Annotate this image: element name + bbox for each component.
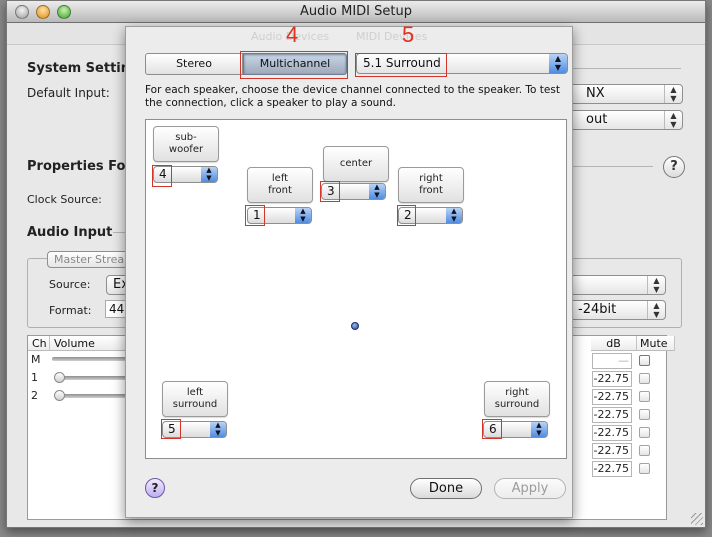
done-button[interactable]: Done (410, 478, 482, 499)
speaker-subwoofer-button[interactable]: sub- woofer (153, 126, 219, 162)
default-input-value: NX (586, 86, 605, 101)
default-input-popup[interactable]: NX ▲ ▼ (567, 84, 683, 104)
popup-arrows-icon: ▲ ▼ (210, 421, 226, 437)
db-field[interactable]: -22.75 (592, 371, 632, 387)
help-button[interactable]: ? (145, 478, 165, 498)
channel-label: 1 (31, 371, 38, 384)
minimize-icon[interactable] (36, 5, 50, 19)
speaker-right-surround-button[interactable]: right surround (484, 381, 550, 417)
popup-arrows-icon: ▲ ▼ (446, 207, 462, 223)
speaker-label: woofer (168, 144, 204, 155)
popup-arrows-icon: ▲ ▼ (664, 111, 682, 129)
popup-arrows-icon: ▲ ▼ (647, 301, 665, 319)
speaker-label: right (505, 387, 529, 398)
db-field[interactable]: -22.75 (592, 407, 632, 423)
annotation-box-ch4 (152, 165, 172, 187)
format-value: -24bit (578, 302, 617, 317)
column-header-db[interactable]: dB (591, 336, 637, 351)
mute-checkbox[interactable] (639, 445, 650, 456)
mute-checkbox[interactable] (639, 463, 650, 474)
popup-arrows-icon: ▲ ▼ (201, 166, 217, 182)
speaker-label: left (271, 173, 289, 184)
tab-midi-devices[interactable]: MIDI Devices (356, 30, 427, 43)
help-button[interactable]: ? (663, 156, 685, 178)
mute-checkbox[interactable] (639, 409, 650, 420)
db-field[interactable]: -22.75 (592, 461, 632, 477)
speaker-label: surround (494, 399, 540, 410)
master-stream-button[interactable]: Master Stream (47, 251, 137, 268)
popup-arrows-icon: ▲ ▼ (531, 421, 547, 437)
annotation-box-ch5 (161, 419, 181, 439)
channel-label: 2 (31, 389, 38, 402)
mute-checkbox[interactable] (639, 391, 650, 402)
master-volume-slider[interactable] (52, 357, 127, 361)
stereo-segment[interactable]: Stereo (145, 53, 243, 75)
popup-arrows-icon: ▲ ▼ (549, 54, 567, 73)
apply-button: Apply (494, 478, 566, 499)
column-header-mute[interactable]: Mute (637, 336, 675, 351)
popup-arrows-icon: ▲ ▼ (295, 207, 311, 223)
divider (573, 68, 681, 69)
mute-checkbox[interactable] (639, 373, 650, 384)
mute-checkbox[interactable] (639, 427, 650, 438)
close-icon[interactable] (15, 5, 29, 19)
db-field[interactable]: -22.75 (592, 443, 632, 459)
speaker-left-surround-button[interactable]: left surround (162, 381, 228, 417)
speaker-layout-area: sub- woofer 4 ▲ ▼ left front 1 ▲ ▼ center … (145, 119, 567, 459)
format-label: Format: (49, 304, 92, 317)
speaker-label: front (268, 185, 292, 196)
speaker-label: center (339, 158, 373, 169)
speaker-left-front-button[interactable]: left front (247, 167, 313, 203)
annotation-box-surround (355, 53, 447, 77)
speaker-label: surround (172, 399, 218, 410)
properties-for-heading: Properties For: (27, 159, 138, 174)
speaker-label: sub- (175, 132, 197, 143)
popup-arrows-icon: ▲ ▼ (369, 183, 385, 199)
slider-knob[interactable] (54, 390, 65, 401)
speaker-label: right (419, 173, 443, 184)
annotation-box-ch2 (397, 205, 416, 226)
annotation-box-multichannel (240, 51, 348, 79)
system-settings-heading: System Setting (27, 61, 140, 76)
zoom-icon[interactable] (57, 5, 71, 19)
annotation-step-4: 4 (286, 22, 299, 47)
default-output-value: out (586, 112, 608, 127)
speaker-label: front (419, 185, 443, 196)
popup-arrows-icon: ▲ ▼ (664, 85, 682, 103)
mute-checkbox-master[interactable] (639, 355, 650, 366)
speaker-right-front-button[interactable]: right front (398, 167, 464, 203)
volume-slider-ch1[interactable] (57, 376, 127, 380)
popup-arrows-icon: ▲ ▼ (647, 276, 665, 294)
source-popup-right[interactable]: ▲ ▼ (567, 275, 666, 295)
clock-source-label: Clock Source: (27, 193, 102, 206)
format-popup[interactable]: -24bit ▲ ▼ (567, 300, 666, 320)
annotation-box-ch6 (482, 419, 502, 439)
window-title: Audio MIDI Setup (300, 4, 412, 19)
source-label: Source: (49, 278, 91, 291)
annotation-box-ch1 (245, 205, 265, 226)
db-field[interactable]: -22.75 (592, 389, 632, 405)
listener-position-icon[interactable] (351, 322, 359, 330)
annotation-step-5: 5 (402, 22, 415, 47)
slider-knob[interactable] (54, 372, 65, 383)
title-bar: Audio MIDI Setup (7, 1, 705, 23)
db-field[interactable]: -22.75 (592, 425, 632, 441)
volume-slider-ch2[interactable] (57, 394, 127, 398)
speaker-center-button[interactable]: center (323, 146, 389, 182)
default-output-popup[interactable]: out ▲ ▼ (567, 110, 683, 130)
divider (573, 166, 653, 167)
audio-input-heading: Audio Input (27, 225, 113, 240)
db-field-master[interactable]: — (592, 353, 632, 369)
configure-speakers-sheet: Audio Devices MIDI Devices Stereo Multic… (125, 26, 573, 518)
default-input-label: Default Input: (27, 86, 110, 100)
column-header-ch[interactable]: Ch (28, 336, 50, 351)
resize-grip[interactable] (691, 513, 703, 525)
speaker-label: left (186, 387, 204, 398)
annotation-box-ch3 (320, 181, 340, 202)
channel-label: M (31, 353, 41, 366)
instructions-text: For each speaker, choose the device chan… (145, 84, 560, 109)
